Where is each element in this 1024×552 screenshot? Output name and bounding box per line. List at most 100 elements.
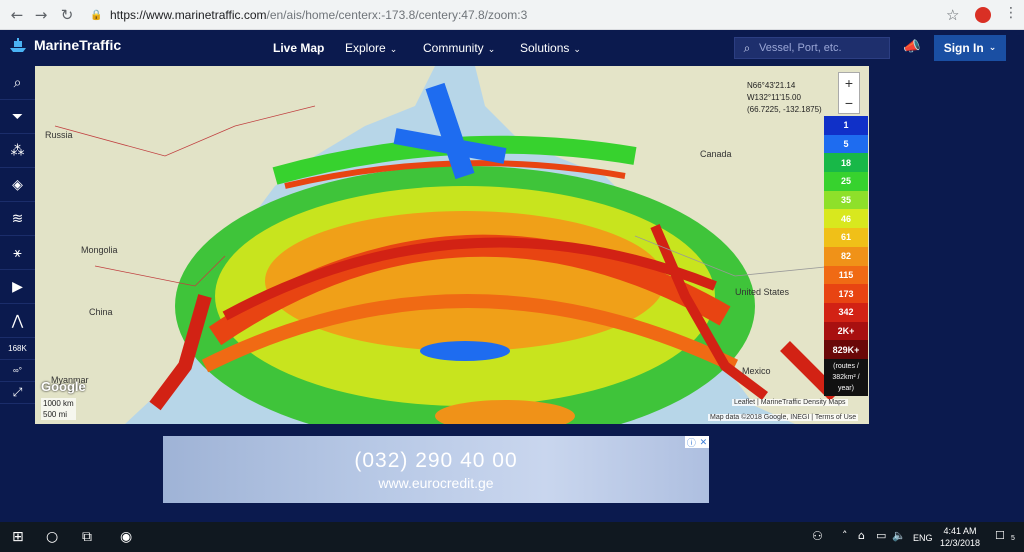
wind-icon[interactable]: ≋ bbox=[0, 202, 35, 236]
vessel-count: 168K bbox=[0, 338, 35, 360]
map-label-mongolia: Mongolia bbox=[81, 245, 118, 255]
vessel-mode-toggle[interactable]: ∞° bbox=[0, 360, 35, 382]
zoom-in-button[interactable]: + bbox=[839, 73, 859, 93]
coord-lat: N66°43'21.14 bbox=[747, 81, 796, 90]
map-label-canada: Canada bbox=[700, 149, 732, 159]
legend-row: 115 bbox=[824, 265, 868, 285]
nav-live-map[interactable]: Live Map bbox=[273, 41, 324, 55]
url-host: https://www.marinetraffic.com bbox=[110, 8, 267, 22]
brand-logo[interactable]: MarineTraffic bbox=[8, 35, 121, 55]
cortana-icon[interactable]: ○ bbox=[46, 529, 58, 545]
layers-icon[interactable]: ◈ bbox=[0, 168, 35, 202]
measure-icon[interactable]: ⋀ bbox=[0, 304, 35, 338]
reload-icon[interactable]: ↻ bbox=[54, 2, 80, 28]
zoom-out-button[interactable]: − bbox=[839, 93, 859, 113]
legend-footer-line: year) bbox=[838, 384, 854, 392]
sign-in-label: Sign In bbox=[943, 41, 984, 55]
search-icon[interactable]: ⌕ bbox=[0, 66, 35, 100]
notification-count: 5 bbox=[1011, 535, 1015, 542]
density-legend: 1 5 18 25 35 46 61 82 115 173 342 2K+ 829K+ (routes … bbox=[824, 116, 868, 396]
ad-site: www.eurocredit.ge bbox=[378, 474, 494, 491]
vessel-mode-value: ∞° bbox=[13, 366, 22, 375]
network-icon[interactable]: ⌂ bbox=[858, 529, 865, 542]
map-label-china: China bbox=[89, 307, 113, 317]
notifications-icon[interactable]: ☐ bbox=[995, 529, 1005, 542]
chevron-down-icon: ⌄ bbox=[573, 45, 581, 55]
vessel-count-value: 168K bbox=[8, 344, 27, 353]
nav-solutions[interactable]: Solutions ⌄ bbox=[520, 41, 581, 55]
ad-choices-close[interactable]: ⓘ ✕ bbox=[685, 436, 709, 448]
ad-phone: (032) 290 40 00 bbox=[354, 448, 518, 472]
battery-icon[interactable]: ▭ bbox=[876, 529, 886, 542]
legend-row: 18 bbox=[824, 153, 868, 173]
legend-rows: 1 5 18 25 35 46 61 82 115 173 342 2K+ 829K+ bbox=[824, 116, 868, 359]
legend-footer-line: (routes / bbox=[833, 362, 859, 370]
fullscreen-icon[interactable]: ⤢ bbox=[0, 382, 35, 404]
scale-km: 1000 km bbox=[43, 399, 74, 408]
megaphone-icon[interactable]: 📣 bbox=[903, 39, 920, 55]
tray-chevron-icon[interactable]: ˄ bbox=[842, 529, 848, 542]
browser-menu-icon[interactable]: ⋮ bbox=[1004, 5, 1018, 21]
legend-row: 82 bbox=[824, 246, 868, 266]
coord-lon: W132°11'15.00 bbox=[747, 93, 801, 102]
nav-explore[interactable]: Explore ⌄ bbox=[345, 41, 397, 55]
coord-decimal: (66.7225, -132.1875) bbox=[747, 105, 822, 114]
language-indicator[interactable]: ENG bbox=[913, 533, 933, 543]
brand-name: MarineTraffic bbox=[34, 37, 122, 53]
left-toolbar: ⌕ ⏷ ⁂ ◈ ≋ ⚹ ▶ ⋀ 168K ∞° ⤢ bbox=[0, 66, 35, 424]
clock-date: 12/3/2018 bbox=[940, 538, 981, 548]
legend-row: 25 bbox=[824, 172, 868, 191]
close-icon: ✕ bbox=[699, 436, 708, 447]
windows-taskbar: ⊞ ○ ⧉ ◉ ⚇ ˄ ⌂ ▭ 🔈 ENG ☐ 5 bbox=[0, 522, 1024, 552]
url-path: /en/ais/home/centerx:-173.8/centery:47.8… bbox=[266, 8, 528, 22]
google-logo: Google bbox=[41, 379, 86, 394]
filter-icon[interactable]: ⏷ bbox=[0, 100, 35, 134]
map-attribution[interactable]: Leaflet | MarineTraffic Density Maps bbox=[732, 399, 848, 406]
chevron-down-icon: ⌄ bbox=[988, 43, 997, 53]
legend-row: 46 bbox=[824, 209, 868, 229]
legend-footer: (routes / 382km² / year) bbox=[824, 358, 868, 396]
cursor-coordinates: N66°43'21.14 W132°11'15.00 (66.7225, -13… bbox=[747, 80, 822, 116]
chrome-icon[interactable]: ◉ bbox=[120, 529, 132, 545]
bookmark-star-icon[interactable]: ☆ bbox=[946, 6, 959, 24]
nav-community-label: Community bbox=[423, 41, 484, 55]
windows-start-icon[interactable]: ⊞ bbox=[12, 529, 24, 545]
cluster-icon[interactable]: ⁂ bbox=[0, 134, 35, 168]
sign-in-button[interactable]: Sign In ⌄ bbox=[934, 35, 1006, 61]
scale-mi: 500 mi bbox=[43, 410, 68, 419]
system-clock[interactable]: 4:41 AM 12/3/2018 bbox=[940, 525, 980, 549]
ad-banner[interactable]: (032) 290 40 00 www.eurocredit.ge ⓘ ✕ bbox=[163, 436, 709, 503]
map-canvas[interactable]: Russia Mongolia China Myanmar Canada Uni… bbox=[35, 66, 869, 424]
task-view-icon[interactable]: ⧉ bbox=[82, 529, 92, 545]
search-input[interactable]: ⌕ Vessel, Port, etc. bbox=[734, 37, 890, 59]
back-icon[interactable]: ← bbox=[4, 2, 30, 28]
legend-row: 1 bbox=[824, 116, 868, 135]
nav-solutions-label: Solutions bbox=[520, 41, 570, 55]
chevron-down-icon: ⌄ bbox=[487, 45, 496, 55]
ship-logo-icon bbox=[10, 38, 26, 52]
legend-row: 342 bbox=[824, 302, 868, 322]
extension-icon[interactable] bbox=[975, 7, 991, 23]
people-icon[interactable]: ⚇ bbox=[812, 529, 823, 543]
volume-icon[interactable]: 🔈 bbox=[892, 529, 906, 542]
legend-row: 35 bbox=[824, 190, 868, 210]
forward-icon[interactable]: → bbox=[28, 2, 54, 28]
nav-community[interactable]: Community ⌄ bbox=[423, 41, 495, 55]
ad-info-icon: ⓘ bbox=[686, 437, 696, 448]
search-placeholder: Vessel, Port, etc. bbox=[759, 42, 842, 54]
search-icon: ⌕ bbox=[743, 40, 751, 55]
clock-time: 4:41 AM bbox=[943, 526, 977, 536]
zoom-control: + − bbox=[838, 72, 860, 114]
routes-icon[interactable]: ⚹ bbox=[0, 236, 35, 270]
legend-row: 61 bbox=[824, 228, 868, 247]
map-label-united-states: United States bbox=[735, 287, 790, 297]
chevron-down-icon: ⌄ bbox=[389, 45, 398, 55]
legend-row: 5 bbox=[824, 134, 868, 154]
browser-toolbar: ← → ↻ 🔒 https://www.marinetraffic.com /e… bbox=[0, 0, 1024, 30]
nav-explore-label: Explore bbox=[345, 41, 386, 55]
map-data-credits[interactable]: Map data ©2018 Google, INEGI | Terms of … bbox=[708, 414, 859, 421]
address-bar[interactable]: 🔒 https://www.marinetraffic.com /en/ais/… bbox=[90, 4, 970, 26]
play-icon[interactable]: ▶ bbox=[0, 270, 35, 304]
lock-icon: 🔒 bbox=[90, 9, 103, 21]
legend-row: 173 bbox=[824, 284, 868, 303]
